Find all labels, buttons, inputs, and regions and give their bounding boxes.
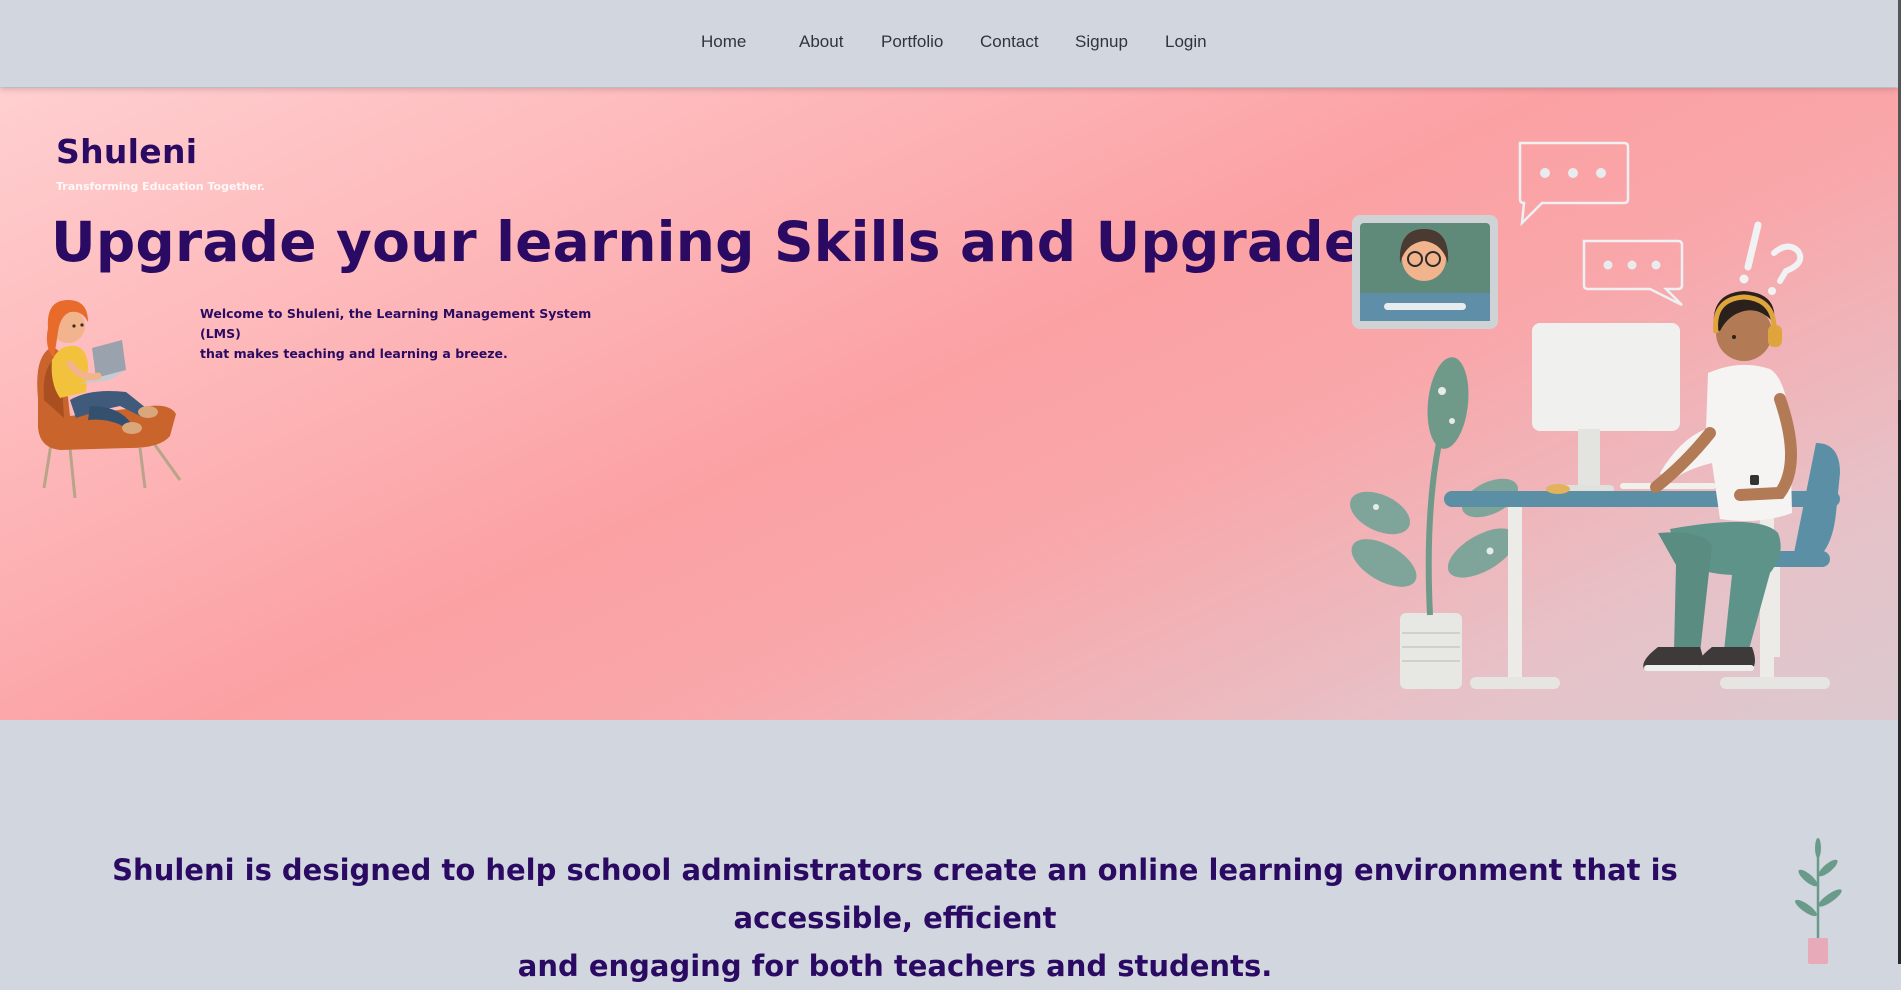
brand-logo-text[interactable]: Shuleni <box>56 132 197 171</box>
plant-sprout-icon <box>1795 838 1842 964</box>
welcome-line-1: Welcome to Shuleni, the Learning Managem… <box>200 306 592 341</box>
man-at-desk-icon <box>1350 141 1840 689</box>
welcome-line-2: that makes teaching and learning a breez… <box>200 346 508 361</box>
girl-in-armchair-icon <box>37 300 182 498</box>
about-line-1: Shuleni is designed to help school admin… <box>112 853 1678 935</box>
about-text: Shuleni is designed to help school admin… <box>40 846 1750 990</box>
nav-about-link[interactable]: About <box>799 32 843 52</box>
nav-signup-link[interactable]: Signup <box>1075 32 1128 52</box>
hero-section: Shuleni Transforming Education Together.… <box>0 88 1898 720</box>
top-navbar: Home About Portfolio Contact Signup Logi… <box>0 0 1898 87</box>
hero-headline: Upgrade your learning Skills and Upgrade… <box>51 210 1497 274</box>
nav-login-link[interactable]: Login <box>1165 32 1207 52</box>
nav-portfolio-link[interactable]: Portfolio <box>881 32 943 52</box>
brand-tagline: Transforming Education Together. <box>56 180 265 193</box>
hero-welcome-text: Welcome to Shuleni, the Learning Managem… <box>200 304 620 364</box>
nav-contact-link[interactable]: Contact <box>980 32 1039 52</box>
nav-home-link[interactable]: Home <box>701 32 746 52</box>
about-line-2: and engaging for both teachers and stude… <box>517 949 1273 983</box>
